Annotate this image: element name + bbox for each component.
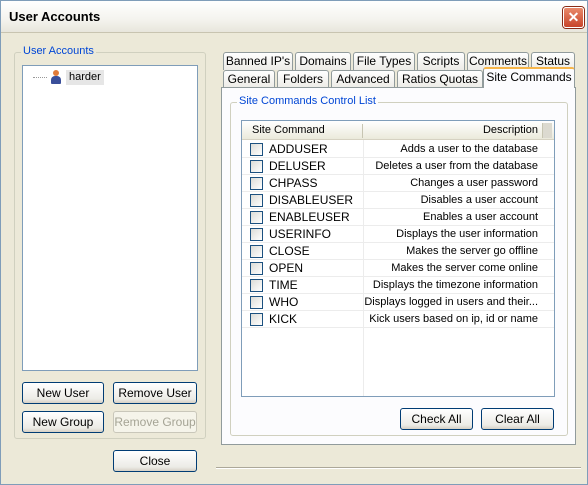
- command-checkbox[interactable]: [250, 245, 263, 258]
- command-name: WHO: [269, 295, 299, 309]
- tab-file-types[interactable]: File Types: [353, 52, 415, 70]
- close-button[interactable]: Close: [113, 450, 197, 472]
- command-description: Displays the timezone information: [372, 279, 538, 291]
- command-description: Displays logged in users and their...: [364, 296, 538, 308]
- user-icon: [50, 70, 62, 84]
- command-name: KICK: [269, 312, 298, 326]
- tree-connector: [33, 76, 47, 78]
- command-description: Changes a user password: [410, 177, 538, 189]
- command-checkbox[interactable]: [250, 194, 263, 207]
- command-description: Makes the server come online: [391, 262, 538, 274]
- command-description: Enables a user account: [423, 211, 538, 223]
- table-row[interactable]: USERINFO Displays the user information: [242, 226, 554, 243]
- tree-item-label: harder: [66, 69, 104, 85]
- command-description: Adds a user to the database: [400, 143, 538, 155]
- list-header: Site Command Description: [242, 121, 554, 140]
- column-header-command[interactable]: Site Command: [252, 121, 325, 140]
- command-checkbox[interactable]: [250, 211, 263, 224]
- command-description: Deletes a user from the database: [375, 160, 538, 172]
- command-description: Makes the server go offline: [406, 245, 538, 257]
- table-row[interactable]: OPEN Makes the server come online: [242, 260, 554, 277]
- command-checkbox[interactable]: [250, 143, 263, 156]
- title-bar[interactable]: User Accounts ✕: [1, 1, 587, 33]
- new-user-button[interactable]: New User: [22, 382, 104, 404]
- column-separator[interactable]: [362, 124, 363, 138]
- new-group-button[interactable]: New Group: [22, 411, 104, 433]
- table-row[interactable]: CHPASS Changes a user password: [242, 175, 554, 192]
- column-header-description[interactable]: Description: [432, 121, 538, 140]
- command-checkbox[interactable]: [250, 262, 263, 275]
- table-row[interactable]: DELUSER Deletes a user from the database: [242, 158, 554, 175]
- user-accounts-window: User Accounts ✕ User Accounts harder New…: [0, 0, 588, 485]
- command-name: DISABLEUSER: [269, 193, 354, 207]
- command-checkbox[interactable]: [250, 177, 263, 190]
- tab-ratios-quotas[interactable]: Ratios Quotas: [397, 70, 483, 88]
- site-commands-list[interactable]: Site Command Description ADDUSER Adds a u…: [241, 120, 555, 397]
- remove-user-button[interactable]: Remove User: [113, 382, 197, 404]
- check-all-button[interactable]: Check All: [400, 408, 473, 430]
- table-row[interactable]: ADDUSER Adds a user to the database: [242, 141, 554, 158]
- command-checkbox[interactable]: [250, 313, 263, 326]
- tab-domains[interactable]: Domains: [295, 52, 351, 70]
- command-name: ENABLEUSER: [269, 210, 350, 224]
- command-checkbox[interactable]: [250, 279, 263, 292]
- user-tree[interactable]: harder: [22, 65, 198, 371]
- command-name: OPEN: [269, 261, 304, 275]
- clear-all-button[interactable]: Clear All: [481, 408, 554, 430]
- command-description: Disables a user account: [420, 194, 538, 206]
- table-row[interactable]: KICK Kick users based on ip, id or name: [242, 311, 554, 328]
- command-name: TIME: [269, 278, 298, 292]
- table-row[interactable]: CLOSE Makes the server go offline: [242, 243, 554, 260]
- command-name: CLOSE: [269, 244, 310, 258]
- tab-banned-ips[interactable]: Banned IP's: [223, 52, 293, 70]
- command-name: ADDUSER: [269, 142, 328, 156]
- table-row[interactable]: DISABLEUSER Disables a user account: [242, 192, 554, 209]
- command-name: DELUSER: [269, 159, 326, 173]
- command-checkbox[interactable]: [250, 160, 263, 173]
- bottom-divider: [216, 467, 581, 469]
- tab-general[interactable]: General: [223, 70, 275, 88]
- window-title: User Accounts: [9, 9, 101, 24]
- tree-item-user[interactable]: harder: [33, 69, 104, 85]
- table-row[interactable]: WHO Displays logged in users and their...: [242, 294, 554, 311]
- site-commands-group-label: Site Commands Control List: [237, 95, 378, 107]
- command-description: Kick users based on ip, id or name: [369, 313, 538, 325]
- table-row[interactable]: TIME Displays the timezone information: [242, 277, 554, 294]
- table-row[interactable]: ENABLEUSER Enables a user account: [242, 209, 554, 226]
- remove-group-button[interactable]: Remove Group: [113, 411, 197, 433]
- command-name: USERINFO: [269, 227, 332, 241]
- header-scroll-stub: [542, 123, 552, 138]
- tab-scripts[interactable]: Scripts: [417, 52, 465, 70]
- command-name: CHPASS: [269, 176, 318, 190]
- close-icon[interactable]: ✕: [563, 7, 584, 28]
- tab-site-commands[interactable]: Site Commands: [483, 67, 575, 88]
- tab-advanced[interactable]: Advanced: [331, 70, 395, 88]
- command-checkbox[interactable]: [250, 296, 263, 309]
- tab-folders[interactable]: Folders: [277, 70, 329, 88]
- user-accounts-group-label: User Accounts: [21, 45, 96, 57]
- command-checkbox[interactable]: [250, 228, 263, 241]
- command-description: Displays the user information: [396, 228, 538, 240]
